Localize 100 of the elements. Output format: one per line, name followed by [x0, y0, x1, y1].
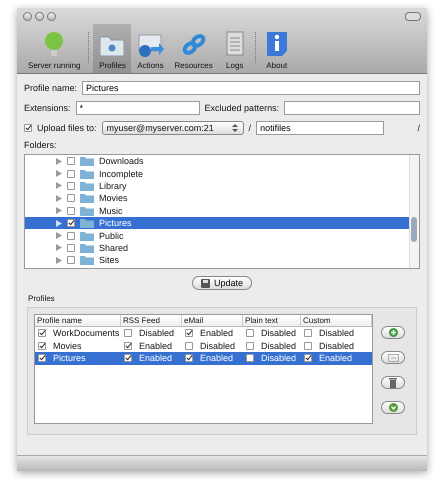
- download-button[interactable]: [381, 401, 405, 414]
- column-header[interactable]: Plain text: [243, 315, 301, 326]
- table-cell: Enabled: [139, 340, 172, 351]
- folder-row[interactable]: Downloads: [25, 155, 409, 168]
- folder-icon: [80, 218, 94, 228]
- close-window-button[interactable]: [23, 12, 32, 21]
- folder-icon: [80, 193, 94, 204]
- checkbox[interactable]: [67, 157, 75, 166]
- checkbox[interactable]: [124, 342, 132, 350]
- folder-row[interactable]: Shared: [25, 242, 409, 254]
- folder-row[interactable]: Movies: [25, 192, 409, 205]
- checkbox[interactable]: [246, 354, 254, 362]
- checkbox[interactable]: [38, 342, 46, 350]
- toolbar-button[interactable]: Logs: [218, 24, 252, 73]
- field-label: Profile name:: [24, 83, 78, 93]
- column-header[interactable]: Profile name: [35, 315, 121, 326]
- folder-icon: [80, 180, 94, 191]
- checkbox[interactable]: [67, 206, 75, 215]
- checkbox[interactable]: [185, 329, 193, 338]
- folder-icon: [80, 255, 94, 266]
- field-label: Excluded patterns:: [204, 103, 280, 113]
- checkbox[interactable]: [124, 329, 132, 338]
- toolbar-button[interactable]: Server running: [23, 24, 86, 73]
- table-cell: Disabled: [319, 328, 354, 338]
- info-icon: [264, 30, 289, 58]
- toolbar-button[interactable]: Resources: [169, 24, 218, 73]
- table-cell: Enabled: [200, 353, 234, 364]
- checkbox[interactable]: [67, 219, 75, 228]
- profile-name-field[interactable]: Pictures: [82, 81, 420, 95]
- checkbox-label: Upload files to:: [37, 123, 97, 133]
- checkbox[interactable]: [67, 194, 75, 202]
- checkbox[interactable]: [246, 342, 254, 350]
- checkbox[interactable]: [304, 329, 312, 338]
- checkbox[interactable]: [38, 354, 46, 362]
- scroll-bar[interactable]: [409, 155, 419, 268]
- checkbox[interactable]: [304, 354, 312, 362]
- path-separator: /: [248, 123, 252, 133]
- table-cell: Disabled: [200, 340, 236, 351]
- checkbox[interactable]: [246, 329, 254, 338]
- checkbox[interactable]: [67, 256, 75, 264]
- checkbox[interactable]: [38, 329, 46, 338]
- edit-button[interactable]: [381, 351, 405, 364]
- checkbox[interactable]: [67, 170, 75, 178]
- toolbar-toggle-button[interactable]: [405, 12, 421, 21]
- table-cell: Disabled: [139, 328, 174, 338]
- delete-button[interactable]: [381, 376, 405, 389]
- checkbox[interactable]: [67, 182, 75, 190]
- server-dropdown[interactable]: myuser@myserver.com:21: [102, 121, 244, 135]
- table-cell: Disabled: [319, 340, 354, 351]
- path-separator: /: [417, 123, 420, 133]
- toolbar-button[interactable]: Actions: [131, 24, 170, 73]
- table-cell: Disabled: [261, 353, 296, 364]
- folders-label: Folders:: [24, 140, 57, 150]
- folder-row[interactable]: Public: [25, 229, 409, 242]
- table-cell: Pictures: [53, 353, 86, 364]
- folder-icon: [80, 242, 94, 253]
- extensions-field[interactable]: *: [76, 101, 200, 115]
- table-cell: Disabled: [261, 328, 296, 338]
- folder-row[interactable]: Library: [25, 180, 409, 192]
- checkbox[interactable]: [24, 124, 32, 132]
- checkbox[interactable]: [67, 244, 75, 252]
- trash-icon: [389, 378, 397, 388]
- checkbox[interactable]: [124, 354, 132, 362]
- update-button[interactable]: Update: [192, 276, 252, 290]
- table-cell: Disabled: [261, 340, 296, 351]
- table-cell: Enabled: [200, 328, 234, 338]
- folder-row[interactable]: Incomplete: [25, 167, 409, 180]
- envelope-icon: [136, 32, 164, 58]
- stepper-arrows-icon: [230, 123, 239, 133]
- zoom-window-button[interactable]: [47, 12, 56, 21]
- excluded-patterns-field[interactable]: [284, 101, 420, 115]
- table-row[interactable]: WorkDocuments Disabled Enabled Disabled Disabled: [35, 327, 372, 340]
- table-cell: Enabled: [319, 353, 352, 364]
- checkbox[interactable]: [304, 342, 312, 350]
- checkbox[interactable]: [185, 354, 193, 362]
- folder-icon: [80, 168, 94, 179]
- field-label: Extensions:: [24, 103, 71, 113]
- remote-path-field[interactable]: notifiles: [256, 121, 384, 135]
- profiles-group-label: Profiles: [28, 294, 55, 303]
- table-row[interactable]: Movies Enabled Disabled Disabled Disabled: [35, 340, 372, 352]
- table-row[interactable]: Pictures Enabled Enabled Disabled Enabled: [35, 352, 372, 364]
- checkbox[interactable]: [185, 342, 193, 350]
- folder-icon: [80, 156, 94, 166]
- table-cell: Movies: [53, 340, 82, 351]
- column-header[interactable]: Custom: [301, 315, 372, 326]
- folder-row[interactable]: Music: [25, 204, 409, 217]
- table-cell: WorkDocuments: [53, 328, 120, 338]
- table-cell: Enabled: [139, 353, 172, 364]
- toolbar-button[interactable]: Profiles: [93, 24, 132, 73]
- column-header[interactable]: eMail: [182, 315, 243, 326]
- minimize-window-button[interactable]: [35, 12, 44, 21]
- column-header[interactable]: RSS Feed: [121, 315, 182, 326]
- toolbar-button[interactable]: About: [260, 24, 294, 73]
- add-button[interactable]: [381, 326, 405, 339]
- checkbox[interactable]: [67, 232, 75, 240]
- folder-row[interactable]: Sites: [25, 254, 409, 267]
- folder-row[interactable]: Pictures: [25, 216, 409, 230]
- plus-icon: [388, 328, 398, 337]
- chain-link-icon: [180, 32, 208, 58]
- down-arrow-icon: [388, 403, 398, 412]
